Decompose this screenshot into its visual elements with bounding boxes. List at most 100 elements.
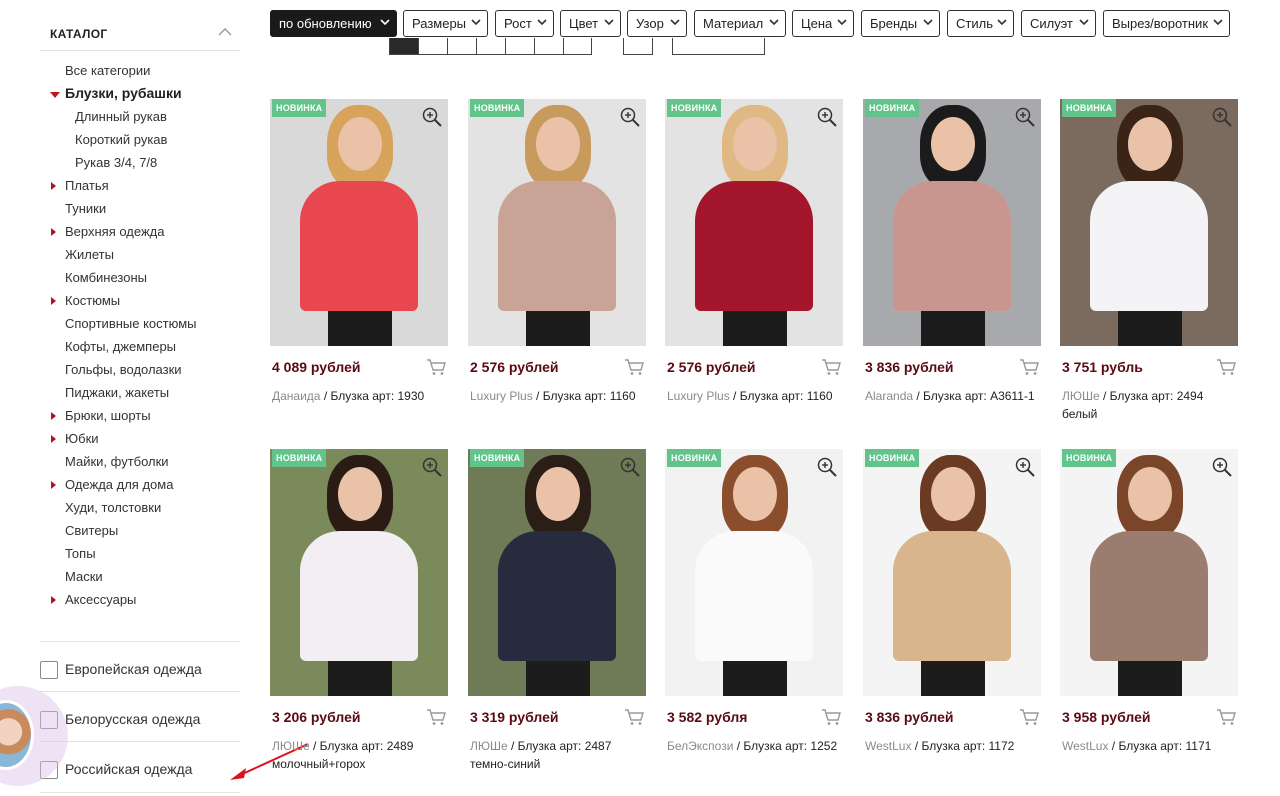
product-image[interactable]: НОВИНКА bbox=[270, 99, 448, 346]
category-item[interactable]: Длинный рукав bbox=[40, 105, 240, 128]
product-description[interactable]: ЛЮШе / Блузка арт: 2494 белый bbox=[1062, 387, 1242, 423]
product-image[interactable]: НОВИНКА bbox=[863, 99, 1041, 346]
product-description[interactable]: Данаида / Блузка арт: 1930 bbox=[272, 387, 452, 405]
product-image[interactable]: НОВИНКА bbox=[468, 99, 646, 346]
product-description[interactable]: БелЭкспози / Блузка арт: 1252 bbox=[667, 737, 847, 755]
filter-brands[interactable]: Бренды bbox=[861, 10, 940, 37]
category-item[interactable]: Комбинезоны bbox=[40, 266, 240, 289]
magnifier-plus-icon[interactable] bbox=[1212, 457, 1232, 477]
product-image[interactable]: НОВИНКА bbox=[863, 449, 1041, 696]
category-item[interactable]: Костюмы bbox=[40, 289, 240, 312]
filter-price[interactable]: Цена bbox=[792, 10, 854, 37]
cart-icon[interactable] bbox=[821, 358, 841, 376]
category-item[interactable]: Короткий рукав bbox=[40, 128, 240, 151]
product-brand[interactable]: Luxury Plus bbox=[470, 389, 533, 403]
product-brand[interactable]: БелЭкспози bbox=[667, 739, 733, 753]
product-brand[interactable]: ЛЮШе bbox=[470, 739, 508, 753]
filter-material[interactable]: Материал bbox=[694, 10, 786, 37]
category-item[interactable]: Пиджаки, жакеты bbox=[40, 381, 240, 404]
category-item[interactable]: Юбки bbox=[40, 427, 240, 450]
category-item[interactable]: Спортивные костюмы bbox=[40, 312, 240, 335]
filter-silhouette[interactable]: Силуэт bbox=[1021, 10, 1096, 37]
category-label: Худи, толстовки bbox=[65, 500, 162, 515]
pager-cell[interactable] bbox=[477, 38, 506, 54]
magnifier-plus-icon[interactable] bbox=[817, 107, 837, 127]
product-image[interactable]: НОВИНКА bbox=[468, 449, 646, 696]
magnifier-plus-icon[interactable] bbox=[1212, 107, 1232, 127]
category-item[interactable]: Майки, футболки bbox=[40, 450, 240, 473]
category-item[interactable]: Гольфы, водолазки bbox=[40, 358, 240, 381]
european-checkbox[interactable] bbox=[40, 661, 58, 679]
category-item[interactable]: Худи, толстовки bbox=[40, 496, 240, 519]
cart-icon[interactable] bbox=[1216, 358, 1236, 376]
cart-icon[interactable] bbox=[1216, 708, 1236, 726]
product-image[interactable]: НОВИНКА bbox=[665, 449, 843, 696]
product-image[interactable]: НОВИНКА bbox=[1060, 449, 1238, 696]
product-brand[interactable]: Данаида bbox=[272, 389, 320, 403]
product-image[interactable]: НОВИНКА bbox=[1060, 99, 1238, 346]
filter-belarusian[interactable]: Белорусская одежда bbox=[40, 691, 240, 741]
filter-height[interactable]: Рост bbox=[495, 10, 554, 37]
category-item[interactable]: Маски bbox=[40, 565, 240, 588]
product-description[interactable]: ЛЮШе / Блузка арт: 2489 молочный+горох bbox=[272, 737, 452, 773]
pager-cell[interactable] bbox=[506, 38, 535, 54]
category-item[interactable]: Топы bbox=[40, 542, 240, 565]
chevron-up-icon[interactable] bbox=[218, 27, 232, 37]
category-item[interactable]: Блузки, рубашки bbox=[40, 82, 240, 105]
magnifier-plus-icon[interactable] bbox=[620, 107, 640, 127]
magnifier-plus-icon[interactable] bbox=[1015, 457, 1035, 477]
pager-cell[interactable] bbox=[390, 38, 419, 54]
product-brand[interactable]: ЛЮШе bbox=[1062, 389, 1100, 403]
product-brand[interactable]: Luxury Plus bbox=[667, 389, 730, 403]
catalog-header[interactable]: КАТАЛОГ bbox=[40, 0, 240, 51]
category-item[interactable]: Все категории bbox=[40, 59, 240, 82]
photo-face bbox=[931, 467, 975, 521]
magnifier-plus-icon[interactable] bbox=[422, 457, 442, 477]
filter-style[interactable]: Стиль bbox=[947, 10, 1014, 37]
category-item[interactable]: Туники bbox=[40, 197, 240, 220]
magnifier-plus-icon[interactable] bbox=[817, 457, 837, 477]
category-item[interactable]: Брюки, шорты bbox=[40, 404, 240, 427]
category-item[interactable]: Свитеры bbox=[40, 519, 240, 542]
cart-icon[interactable] bbox=[624, 708, 644, 726]
cart-icon[interactable] bbox=[624, 358, 644, 376]
pager-cell[interactable] bbox=[419, 38, 448, 54]
product-description[interactable]: WestLux / Блузка арт: 1171 bbox=[1062, 737, 1242, 755]
filter-russian[interactable]: Российская одежда bbox=[40, 741, 240, 791]
pager-cell[interactable] bbox=[535, 38, 564, 54]
chevron-down-icon bbox=[769, 19, 779, 26]
category-item[interactable]: Платья bbox=[40, 174, 240, 197]
cart-icon[interactable] bbox=[1019, 358, 1039, 376]
filter-neckline[interactable]: Вырез/воротник bbox=[1103, 10, 1230, 37]
product-brand[interactable]: ЛЮШе bbox=[272, 739, 310, 753]
sort-dropdown[interactable]: по обновлению bbox=[270, 10, 397, 37]
cart-icon[interactable] bbox=[821, 708, 841, 726]
product-description[interactable]: ЛЮШе / Блузка арт: 2487 темно-синий bbox=[470, 737, 650, 773]
product-description[interactable]: Luxury Plus / Блузка арт: 1160 bbox=[470, 387, 650, 405]
magnifier-plus-icon[interactable] bbox=[1015, 107, 1035, 127]
category-item[interactable]: Верхняя одежда bbox=[40, 220, 240, 243]
cart-icon[interactable] bbox=[1019, 708, 1039, 726]
category-item[interactable]: Жилеты bbox=[40, 243, 240, 266]
product-image[interactable]: НОВИНКА bbox=[665, 99, 843, 346]
product-description[interactable]: Alaranda / Блузка арт: А3611-1 bbox=[865, 387, 1045, 405]
magnifier-plus-icon[interactable] bbox=[620, 457, 640, 477]
filter-color[interactable]: Цвет bbox=[560, 10, 621, 37]
category-item[interactable]: Кофты, джемперы bbox=[40, 335, 240, 358]
cart-icon[interactable] bbox=[426, 358, 446, 376]
category-item[interactable]: Аксессуары bbox=[40, 588, 240, 611]
product-description[interactable]: WestLux / Блузка арт: 1172 bbox=[865, 737, 1045, 755]
filter-pattern[interactable]: Узор bbox=[627, 10, 687, 37]
product-brand[interactable]: Alaranda bbox=[865, 389, 913, 403]
product-brand[interactable]: WestLux bbox=[1062, 739, 1108, 753]
category-item[interactable]: Одежда для дома bbox=[40, 473, 240, 496]
pager-cell[interactable] bbox=[448, 38, 477, 54]
filter-sizes[interactable]: Размеры bbox=[403, 10, 488, 37]
category-item[interactable]: Рукав 3/4, 7/8 bbox=[40, 151, 240, 174]
magnifier-plus-icon[interactable] bbox=[422, 107, 442, 127]
filter-european[interactable]: Европейская одежда bbox=[40, 641, 240, 691]
product-brand[interactable]: WestLux bbox=[865, 739, 911, 753]
cart-icon[interactable] bbox=[426, 708, 446, 726]
product-description[interactable]: Luxury Plus / Блузка арт: 1160 bbox=[667, 387, 847, 405]
product-image[interactable]: НОВИНКА bbox=[270, 449, 448, 696]
